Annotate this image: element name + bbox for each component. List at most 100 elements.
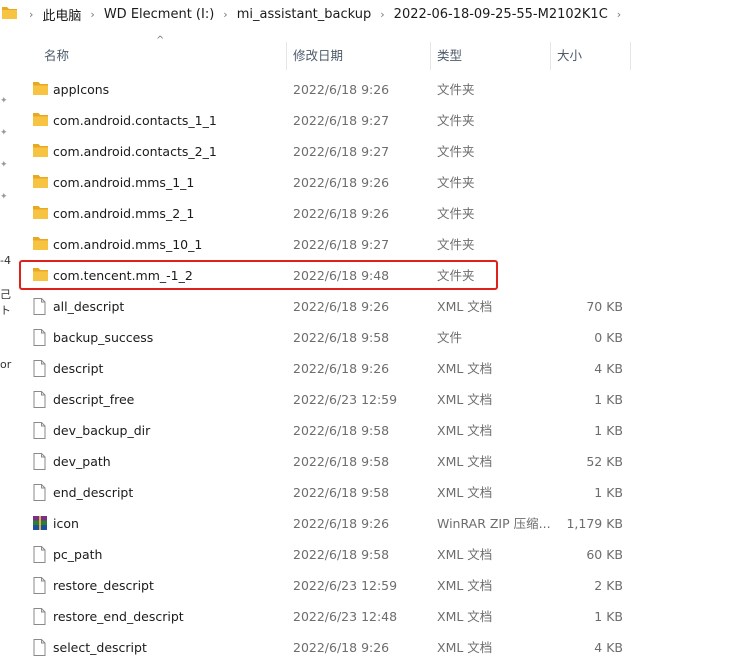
file-type: XML 文档: [437, 299, 493, 314]
file-row[interactable]: com.android.mms_1_1 2022/6/18 9:26 文件夹: [0, 167, 753, 198]
file-row[interactable]: descript 2022/6/18 9:26 XML 文档 4 KB: [0, 353, 753, 384]
file-modified-date: 2022/6/23 12:59: [293, 578, 398, 593]
file-type: XML 文档: [437, 485, 493, 500]
file-name: end_descript: [53, 485, 134, 500]
file-icon: [32, 329, 49, 346]
file-size: 1 KB: [594, 609, 623, 624]
file-row[interactable]: com.android.contacts_1_1 2022/6/18 9:27 文件…: [0, 105, 753, 136]
column-modified[interactable]: 修改日期: [293, 42, 343, 70]
highlight-box: [19, 260, 498, 290]
file-size: 70 KB: [586, 299, 623, 314]
file-modified-date: 2022/6/18 9:58: [293, 454, 390, 469]
folder-icon: [32, 174, 49, 190]
file-row[interactable]: dev_path 2022/6/18 9:58 XML 文档 52 KB: [0, 446, 753, 477]
file-row[interactable]: all_descript 2022/6/18 9:26 XML 文档 70 KB: [0, 291, 753, 322]
file-type: XML 文档: [437, 609, 493, 624]
file-icon: [32, 577, 49, 594]
file-row[interactable]: appIcons 2022/6/18 9:26 文件夹: [0, 74, 753, 105]
folder-icon: [32, 143, 49, 159]
chevron-right-icon[interactable]: ›: [90, 8, 94, 21]
file-type: XML 文档: [437, 578, 493, 593]
file-type: WinRAR ZIP 压缩...: [437, 516, 551, 531]
file-name: com.android.contacts_1_1: [53, 113, 217, 128]
folder-icon: [32, 236, 49, 252]
breadcrumb-current-folder[interactable]: 2022-06-18-09-25-55-M2102K1C: [394, 7, 608, 22]
file-modified-date: 2022/6/18 9:27: [293, 237, 390, 252]
file-icon: [32, 484, 49, 501]
file-modified-date: 2022/6/18 9:26: [293, 516, 390, 531]
column-divider[interactable]: [286, 42, 287, 70]
file-type: 文件夹: [437, 82, 475, 97]
file-icon: [32, 360, 49, 377]
file-type: XML 文档: [437, 640, 493, 655]
file-row[interactable]: dev_backup_dir 2022/6/18 9:58 XML 文档 1 KB: [0, 415, 753, 446]
file-row[interactable]: backup_success 2022/6/18 9:58 文件 0 KB: [0, 322, 753, 353]
column-header: 名称 修改日期 类型 大小: [0, 42, 753, 70]
file-row[interactable]: select_descript 2022/6/18 9:26 XML 文档 4 KB: [0, 632, 753, 663]
file-icon: [32, 298, 49, 315]
breadcrumb-drive[interactable]: WD Elecment (I:): [104, 7, 214, 22]
file-type: 文件夹: [437, 144, 475, 159]
chevron-right-icon[interactable]: ›: [617, 8, 621, 21]
file-row[interactable]: com.android.contacts_2_1 2022/6/18 9:27 文件…: [0, 136, 753, 167]
folder-icon: [32, 205, 49, 221]
file-modified-date: 2022/6/23 12:59: [293, 392, 398, 407]
column-name[interactable]: 名称: [44, 42, 69, 70]
file-name: select_descript: [53, 640, 147, 655]
file-name: dev_path: [53, 454, 111, 469]
file-name: backup_success: [53, 330, 154, 345]
chevron-right-icon[interactable]: ›: [223, 8, 227, 21]
column-divider[interactable]: [630, 42, 631, 70]
file-type: XML 文档: [437, 547, 493, 562]
file-name: com.android.mms_2_1: [53, 206, 195, 221]
file-size: 4 KB: [594, 361, 623, 376]
file-type: 文件夹: [437, 175, 475, 190]
file-row[interactable]: pc_path 2022/6/18 9:58 XML 文档 60 KB: [0, 539, 753, 570]
file-modified-date: 2022/6/18 9:27: [293, 144, 390, 159]
column-size[interactable]: 大小: [557, 42, 582, 70]
file-modified-date: 2022/6/23 12:48: [293, 609, 398, 624]
file-type: 文件夹: [437, 113, 475, 128]
file-icon: [32, 391, 49, 408]
breadcrumb-backup-folder[interactable]: mi_assistant_backup: [237, 7, 372, 22]
file-row[interactable]: end_descript 2022/6/18 9:58 XML 文档 1 KB: [0, 477, 753, 508]
file-name: all_descript: [53, 299, 125, 314]
column-divider[interactable]: [550, 42, 551, 70]
file-modified-date: 2022/6/18 9:58: [293, 485, 390, 500]
breadcrumb-this-pc[interactable]: 此电脑: [42, 5, 81, 24]
file-type: XML 文档: [437, 361, 493, 376]
file-icon: [32, 422, 49, 439]
file-row[interactable]: com.android.mms_2_1 2022/6/18 9:26 文件夹: [0, 198, 753, 229]
file-size: 1 KB: [594, 485, 623, 500]
file-icon: [32, 608, 49, 625]
file-name: descript_free: [53, 392, 135, 407]
file-name: restore_end_descript: [53, 609, 184, 624]
file-name: dev_backup_dir: [53, 423, 151, 438]
file-row[interactable]: restore_end_descript 2022/6/23 12:48 XML 文…: [0, 601, 753, 632]
chevron-right-icon[interactable]: ›: [380, 8, 384, 21]
file-row[interactable]: restore_descript 2022/6/23 12:59 XML 文档 2 K…: [0, 570, 753, 601]
file-name: com.android.mms_1_1: [53, 175, 195, 190]
column-type[interactable]: 类型: [437, 42, 462, 70]
address-bar[interactable]: › 此电脑 › WD Elecment (I:) › mi_assistant_…: [0, 0, 753, 29]
chevron-right-icon[interactable]: ›: [29, 8, 33, 21]
column-divider[interactable]: [430, 42, 431, 70]
file-modified-date: 2022/6/18 9:58: [293, 330, 390, 345]
file-icon: [32, 639, 49, 656]
file-type: 文件夹: [437, 237, 475, 252]
file-row[interactable]: descript_free 2022/6/23 12:59 XML 文档 1 KB: [0, 384, 753, 415]
file-size: 2 KB: [594, 578, 623, 593]
winrar-icon: [32, 515, 49, 531]
file-name: restore_descript: [53, 578, 154, 593]
file-modified-date: 2022/6/18 9:26: [293, 206, 390, 221]
file-modified-date: 2022/6/18 9:26: [293, 175, 390, 190]
file-size: 4 KB: [594, 640, 623, 655]
file-modified-date: 2022/6/18 9:26: [293, 299, 390, 314]
file-name: com.android.contacts_2_1: [53, 144, 217, 159]
file-type: XML 文档: [437, 454, 493, 469]
file-row[interactable]: icon 2022/6/18 9:26 WinRAR ZIP 压缩... 1,179 …: [0, 508, 753, 539]
file-name: descript: [53, 361, 104, 376]
file-size: 1 KB: [594, 423, 623, 438]
file-row[interactable]: com.android.mms_10_1 2022/6/18 9:27 文件夹: [0, 229, 753, 260]
file-modified-date: 2022/6/18 9:58: [293, 547, 390, 562]
